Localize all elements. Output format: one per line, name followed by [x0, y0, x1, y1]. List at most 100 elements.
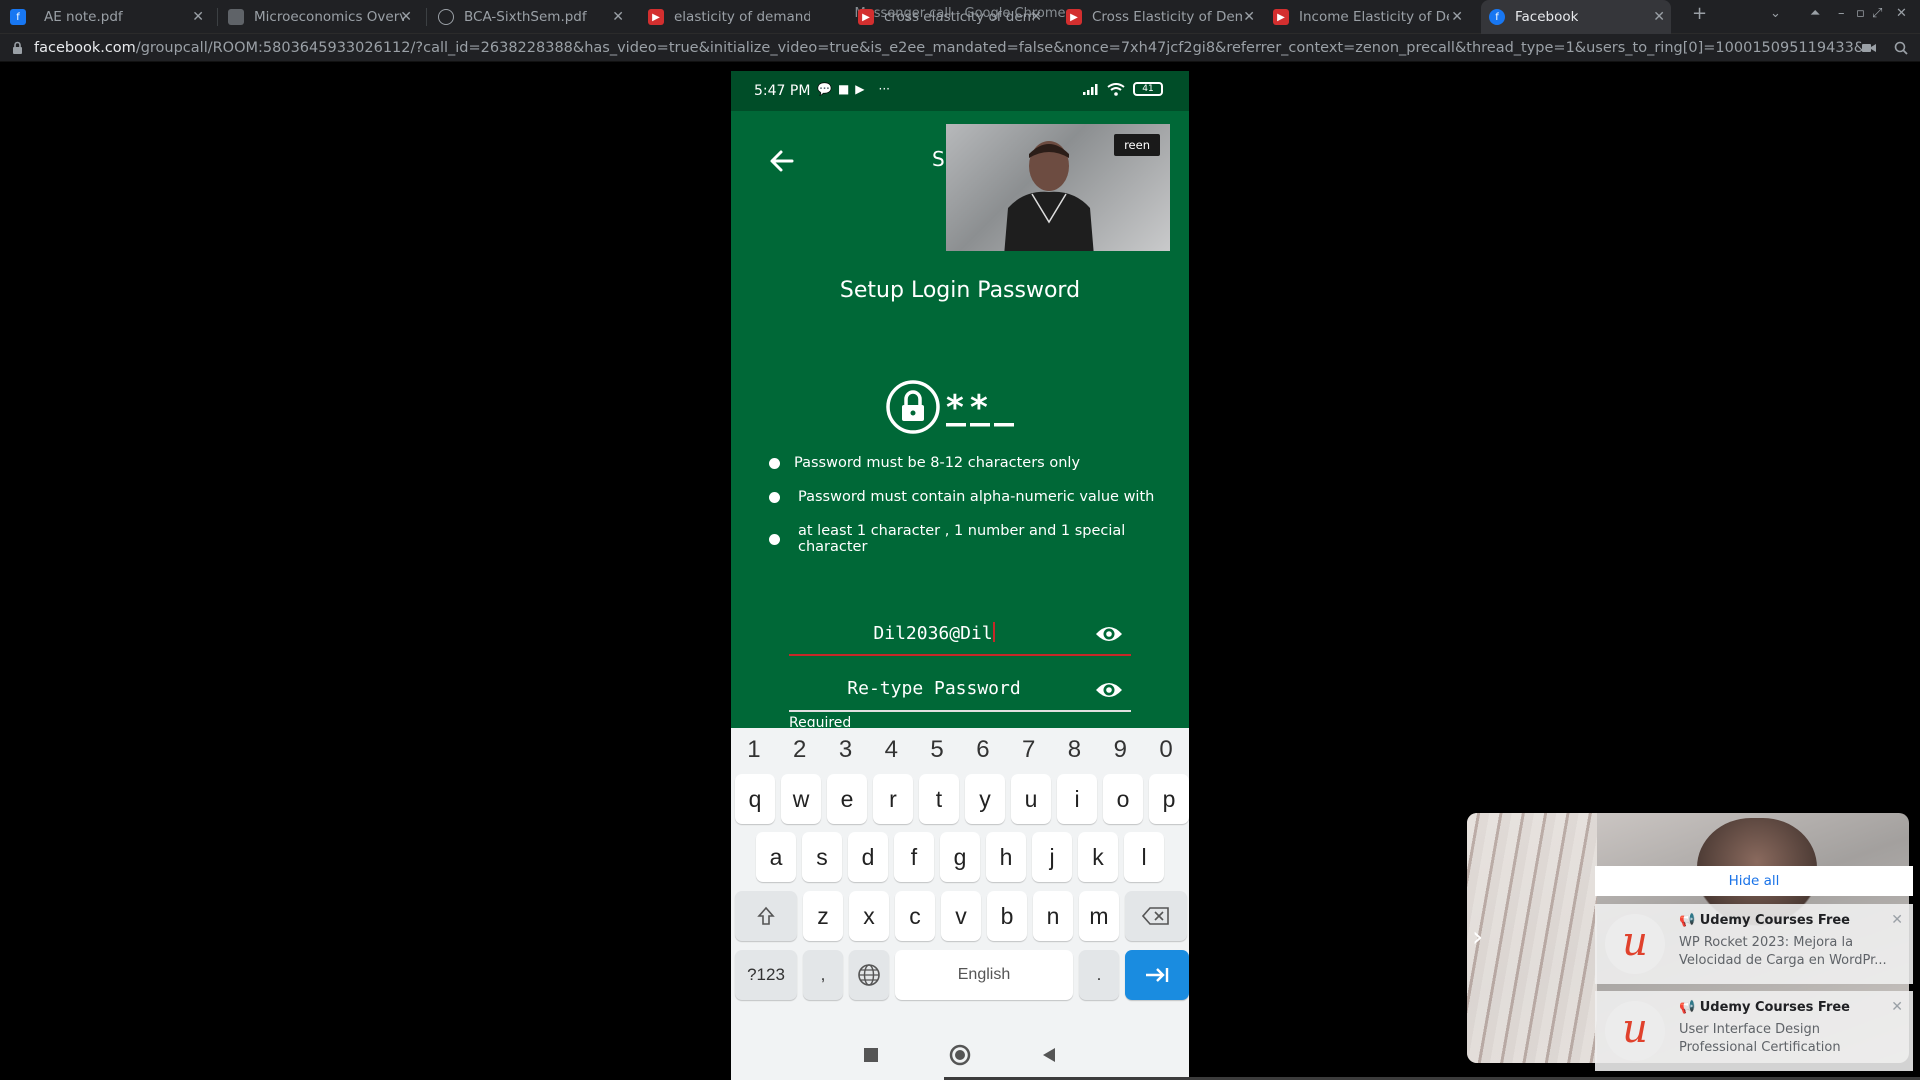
symbols-key[interactable]: ?123 — [735, 950, 797, 1000]
next-enter-key[interactable] — [1125, 950, 1189, 1000]
key-0[interactable]: 0 — [1159, 736, 1172, 764]
key-8[interactable]: 8 — [1068, 736, 1081, 764]
minimize-window-icon[interactable]: – — [1838, 6, 1845, 21]
url-text[interactable]: facebook.com/groupcall/ROOM:580364593302… — [34, 34, 1864, 62]
tab-cross-elasticity-2[interactable]: ▶ Cross Elasticity of Dema ✕ — [1066, 0, 1261, 34]
key-z[interactable]: z — [803, 891, 843, 941]
notification-card[interactable]: u 📢 Udemy Courses Free User Interface De… — [1595, 991, 1913, 1071]
language-globe-key[interactable] — [849, 950, 889, 1000]
key-a[interactable]: a — [756, 832, 796, 882]
back-triangle-icon[interactable] — [1041, 1047, 1057, 1063]
space-key[interactable]: English — [895, 950, 1073, 1000]
key-w[interactable]: w — [781, 774, 821, 824]
key-m[interactable]: m — [1079, 891, 1119, 941]
phone-status-bar: 5:47 PM 💬 ■ ▶ ··· 41 — [731, 71, 1189, 111]
notification-card[interactable]: u 📢 Udemy Courses Free WP Rocket 2023: M… — [1595, 904, 1913, 984]
show-password-eye-icon[interactable] — [1095, 678, 1123, 702]
tab-microeconomics[interactable]: Microeconomics Overvi ✕ — [228, 0, 418, 34]
youtube-icon: ▶ — [855, 82, 865, 96]
tab-separator — [426, 8, 427, 26]
tab-income-elasticity[interactable]: ▶ Income Elasticity of Den ✕ — [1273, 0, 1469, 34]
key-h[interactable]: h — [986, 832, 1026, 882]
key-6[interactable]: 6 — [976, 736, 989, 764]
close-tab-icon[interactable]: ✕ — [1243, 9, 1255, 25]
shift-key[interactable] — [735, 891, 797, 941]
key-2[interactable]: 2 — [793, 736, 806, 764]
key-3[interactable]: 3 — [839, 736, 852, 764]
key-1[interactable]: 1 — [747, 736, 760, 764]
wifi-icon — [1107, 82, 1125, 96]
home-circle-icon[interactable] — [949, 1044, 971, 1066]
key-u[interactable]: u — [1011, 774, 1051, 824]
keyboard-row-1: q w e r t y u i o p — [735, 774, 1189, 824]
retype-password-input[interactable]: Re-type Password — [789, 672, 1131, 712]
key-9[interactable]: 9 — [1114, 736, 1127, 764]
tab-cross-elasticity[interactable]: ▶ cross elasticity of dema ✕ — [858, 0, 1048, 34]
back-arrow-icon[interactable] — [764, 143, 800, 179]
key-e[interactable]: e — [827, 774, 867, 824]
share-screen-badge[interactable]: reen — [1114, 134, 1160, 156]
tab-facebook-active[interactable]: f Facebook ✕ — [1481, 0, 1671, 34]
key-k[interactable]: k — [1078, 832, 1118, 882]
self-video-preview[interactable]: reen — [946, 124, 1170, 251]
backspace-key[interactable] — [1125, 891, 1187, 941]
key-v[interactable]: v — [941, 891, 981, 941]
tab-elasticity-of-demand[interactable]: ▶ elasticity of demand an — [648, 0, 810, 34]
tab-ae-note[interactable]: f AE note.pdf ✕ — [10, 0, 210, 34]
camera-icon[interactable] — [1862, 42, 1876, 54]
close-tab-icon[interactable]: ✕ — [1451, 9, 1463, 25]
key-q[interactable]: q — [735, 774, 775, 824]
key-7[interactable]: 7 — [1022, 736, 1035, 764]
document-favicon-icon — [228, 9, 244, 25]
key-p[interactable]: p — [1149, 774, 1189, 824]
tab-bca-sixthsem[interactable]: BCA-SixthSem.pdf ✕ — [438, 0, 630, 34]
dismiss-notification-icon[interactable]: ✕ — [1891, 912, 1903, 928]
new-tab-button[interactable]: + — [1692, 3, 1707, 24]
key-j[interactable]: j — [1032, 832, 1072, 882]
chat-icon: 💬 — [817, 82, 832, 96]
key-b[interactable]: b — [987, 891, 1027, 941]
close-tab-icon[interactable]: ✕ — [612, 9, 624, 25]
password-text: Dil2036@Dil — [873, 623, 993, 644]
restore-window-icon[interactable]: ▫ — [1856, 6, 1865, 21]
password-input[interactable]: Dil2036@Dil — [789, 616, 1131, 656]
hide-all-button[interactable]: Hide all — [1595, 866, 1913, 896]
key-t[interactable]: t — [919, 774, 959, 824]
close-tab-icon[interactable]: ✕ — [1653, 9, 1665, 25]
password-value[interactable]: Dil2036@Dil — [789, 622, 1079, 644]
show-password-eye-icon[interactable] — [1095, 622, 1123, 646]
address-bar[interactable]: facebook.com/groupcall/ROOM:580364593302… — [0, 34, 1920, 62]
close-tab-icon[interactable]: ✕ — [1030, 9, 1042, 25]
key-d[interactable]: d — [848, 832, 888, 882]
lock-icon — [13, 41, 22, 54]
key-y[interactable]: y — [965, 774, 1005, 824]
key-5[interactable]: 5 — [930, 736, 943, 764]
key-f[interactable]: f — [894, 832, 934, 882]
key-c[interactable]: c — [895, 891, 935, 941]
comma-key[interactable]: , — [803, 950, 843, 1000]
maximize-window-icon[interactable]: ⤢ — [1872, 6, 1882, 21]
period-key[interactable]: . — [1079, 950, 1119, 1000]
retype-placeholder[interactable]: Re-type Password — [789, 678, 1079, 699]
key-s[interactable]: s — [802, 832, 842, 882]
close-tab-icon[interactable]: ✕ — [400, 9, 412, 25]
key-x[interactable]: x — [849, 891, 889, 941]
tab-title: Income Elasticity of Den — [1299, 9, 1449, 25]
recents-square-icon[interactable] — [863, 1047, 879, 1063]
key-r[interactable]: r — [873, 774, 913, 824]
close-tab-icon[interactable]: ✕ — [192, 9, 204, 25]
zoom-icon[interactable] — [1894, 41, 1908, 55]
minimize-icon[interactable]: ⏶ — [1810, 6, 1820, 21]
expand-chevron-icon[interactable]: › — [1472, 920, 1483, 953]
key-o[interactable]: o — [1103, 774, 1143, 824]
key-l[interactable]: l — [1124, 832, 1164, 882]
close-window-icon[interactable]: ✕ — [1896, 6, 1907, 21]
keyboard-row-2: a s d f g h j k l — [756, 832, 1164, 882]
key-i[interactable]: i — [1057, 774, 1097, 824]
rule-text: Password must be 8-12 characters only — [794, 455, 1081, 471]
dismiss-notification-icon[interactable]: ✕ — [1891, 999, 1903, 1015]
key-g[interactable]: g — [940, 832, 980, 882]
key-n[interactable]: n — [1033, 891, 1073, 941]
tab-search-chevron-icon[interactable]: ⌄ — [1770, 6, 1781, 21]
key-4[interactable]: 4 — [885, 736, 898, 764]
